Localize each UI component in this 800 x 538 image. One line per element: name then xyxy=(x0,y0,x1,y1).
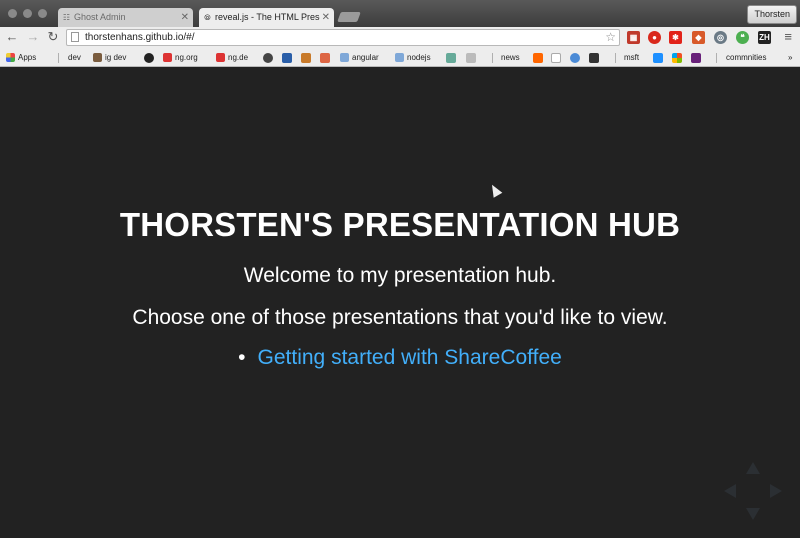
bookmark-msft[interactable]: msft xyxy=(624,49,639,66)
angular-icon xyxy=(163,53,172,63)
folder-icon xyxy=(395,53,404,63)
bookmark-folder-angular[interactable]: angular xyxy=(340,49,379,66)
bookmark-icon[interactable] xyxy=(301,53,311,63)
reload-icon[interactable]: ↻ xyxy=(46,30,60,44)
github-icon[interactable] xyxy=(144,53,154,63)
bookmark-ig-dev[interactable]: ig dev xyxy=(93,49,126,66)
bullet-icon: • xyxy=(238,346,246,369)
bookmark-separator xyxy=(58,53,59,63)
bookmark-separator xyxy=(615,53,616,63)
browser-chrome: ☷ Ghost Admin ✕ ⦾ reveal.js - The HTML P… xyxy=(0,0,800,67)
tab-label: reveal.js - The HTML Presentation Framew… xyxy=(215,12,320,22)
hacker-news-icon[interactable] xyxy=(533,53,543,63)
ghost-favicon-icon: ☷ xyxy=(62,13,71,22)
apps-grid-icon xyxy=(6,53,15,63)
folder-icon xyxy=(340,53,349,63)
presentation-list: • Getting started with ShareCoffee xyxy=(0,346,800,370)
zoom-window-button[interactable] xyxy=(38,9,47,18)
extension-icon[interactable]: ▦ xyxy=(627,31,640,44)
bookmark-separator xyxy=(492,53,493,63)
extension-icon[interactable]: ◆ xyxy=(692,31,705,44)
bookmark-icon[interactable] xyxy=(466,53,476,63)
bookmark-folder-nodejs[interactable]: nodejs xyxy=(395,49,431,66)
close-tab-icon[interactable]: ✕ xyxy=(322,8,330,27)
bookmark-icon[interactable] xyxy=(446,53,456,63)
bookmark-apps[interactable]: Apps xyxy=(6,49,36,66)
back-arrow-icon[interactable]: ← xyxy=(5,30,19,44)
forward-arrow-icon[interactable]: → xyxy=(26,30,40,44)
mouse-cursor-icon xyxy=(487,182,503,198)
tab-ghost-admin[interactable]: ☷ Ghost Admin ✕ xyxy=(58,8,193,27)
bookmark-star-icon[interactable]: ☆ xyxy=(605,30,616,45)
navigate-down-icon[interactable] xyxy=(746,508,760,520)
tab-label: Ghost Admin xyxy=(74,12,126,22)
url-text: thorstenhans.github.io/#/ xyxy=(85,32,195,43)
instructions-text: Choose one of those presentations that y… xyxy=(132,306,668,329)
list-item: • Getting started with ShareCoffee xyxy=(238,346,562,370)
angular-icon xyxy=(216,53,225,63)
instagram-icon xyxy=(93,53,102,63)
close-window-button[interactable] xyxy=(8,9,17,18)
new-tab-button[interactable] xyxy=(337,12,361,22)
browser-toolbar: ← → ↻ thorstenhans.github.io/#/ ☆ ▦ ● ✱ … xyxy=(0,27,800,49)
bookmark-icon[interactable] xyxy=(551,53,561,63)
extension-icon[interactable]: ❝ xyxy=(736,31,749,44)
extension-icon[interactable]: ● xyxy=(648,31,661,44)
bookmark-icon[interactable] xyxy=(570,53,580,63)
close-tab-icon[interactable]: ✕ xyxy=(181,8,189,27)
navigate-left-icon[interactable] xyxy=(724,484,736,498)
bookmarks-bar: Apps dev ig dev ng.org ng.de angular nod… xyxy=(0,49,800,67)
bookmark-icon[interactable] xyxy=(263,53,273,63)
bookmark-news[interactable]: news xyxy=(501,49,520,66)
welcome-text: Welcome to my presentation hub. xyxy=(243,264,557,287)
microsoft-icon[interactable] xyxy=(672,53,682,63)
bookmarks-overflow-button[interactable]: » xyxy=(788,49,792,66)
windows-icon[interactable] xyxy=(653,53,663,63)
menu-icon[interactable]: ≡ xyxy=(784,30,792,44)
bookmark-dev[interactable]: dev xyxy=(68,49,81,66)
extension-icon[interactable]: ZH xyxy=(758,31,771,44)
navigate-right-icon[interactable] xyxy=(770,484,782,498)
presentation-link[interactable]: Getting started with ShareCoffee xyxy=(258,346,562,369)
extension-icon[interactable]: ✱ xyxy=(669,31,682,44)
tab-reveal-js[interactable]: ⦾ reveal.js - The HTML Presentation Fram… xyxy=(199,8,334,27)
address-bar[interactable]: thorstenhans.github.io/#/ ☆ xyxy=(66,29,620,46)
bookmark-icon[interactable] xyxy=(282,53,292,63)
reveal-favicon-icon: ⦾ xyxy=(204,13,211,22)
profile-button[interactable]: Thorsten xyxy=(747,5,797,24)
bookmark-communities[interactable]: commnities xyxy=(726,49,766,66)
bookmark-ng-org[interactable]: ng.org xyxy=(163,49,198,66)
presentation-page: THORSTEN'S PRESENTATION HUB Welcome to m… xyxy=(0,67,800,538)
slide-navigation-controls xyxy=(724,462,782,520)
bookmark-icon[interactable] xyxy=(320,53,330,63)
extension-icon[interactable]: ◎ xyxy=(714,31,727,44)
minimize-window-button[interactable] xyxy=(23,9,32,18)
navigate-up-icon[interactable] xyxy=(746,462,760,474)
page-title: THORSTEN'S PRESENTATION HUB xyxy=(119,206,681,243)
title-bar: ☷ Ghost Admin ✕ ⦾ reveal.js - The HTML P… xyxy=(0,0,800,27)
page-icon xyxy=(71,32,79,42)
bookmark-ng-de[interactable]: ng.de xyxy=(216,49,248,66)
visual-studio-icon[interactable] xyxy=(691,53,701,63)
bookmark-icon[interactable] xyxy=(589,53,599,63)
bookmark-separator xyxy=(716,53,717,63)
